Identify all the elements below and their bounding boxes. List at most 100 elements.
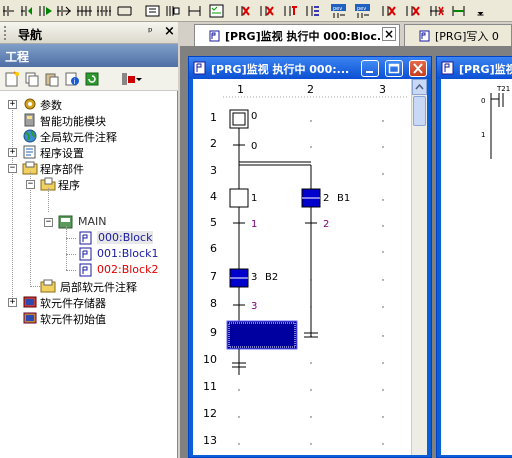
expand-icon[interactable]: + (8, 100, 17, 109)
tree-item-global-label[interactable]: 全局软元件注释 (0, 128, 178, 144)
tree-hline (66, 270, 76, 271)
toolbar-overflow-icon[interactable] (472, 3, 484, 19)
block-icon (193, 61, 206, 75)
tree-hline (66, 238, 76, 239)
step-number: 1 (251, 193, 257, 204)
tree-item-block0[interactable]: 000:Block (0, 230, 178, 246)
next-device-icon[interactable]: pev (354, 3, 371, 19)
transition-number: 3 (251, 301, 257, 312)
window-titlebar[interactable]: [PRG]监视 (437, 57, 512, 79)
close-icon[interactable]: × (164, 24, 175, 39)
tree-item-block1[interactable]: 001:Block1 (0, 246, 178, 262)
tree-label: 智能功能模块 (40, 115, 106, 128)
tree-item-device-init[interactable]: 软元件初始值 (0, 310, 178, 326)
step-number: 2 (323, 193, 329, 204)
svg-text:pev: pev (357, 6, 366, 12)
function-block-icon[interactable] (144, 3, 161, 19)
block-label: B2 (265, 272, 278, 283)
tree-item-program-settings[interactable]: + 程序设置 (0, 144, 178, 160)
close-button[interactable] (409, 60, 427, 77)
step-number: 0 (251, 111, 257, 122)
row-number: 0 (481, 97, 485, 105)
delete-coil-icon[interactable] (258, 3, 275, 19)
delete-contact-icon[interactable] (234, 3, 251, 19)
nav-toolbar: i (0, 67, 178, 91)
tree-item-block2[interactable]: 002:Block2 (0, 262, 178, 278)
ladder-branch-icon[interactable] (76, 3, 93, 19)
ladder-contact-icon[interactable] (2, 3, 19, 19)
collapse-icon[interactable]: − (8, 164, 17, 173)
draw-line-icon[interactable] (450, 3, 467, 19)
refresh-icon[interactable] (84, 71, 100, 87)
tree-item-smart-module[interactable]: 智能功能模块 (0, 112, 178, 128)
prev-device-icon[interactable]: pev (330, 3, 347, 19)
tab-block-monitor[interactable]: [PRG]监视 执行中 000:Bloc... × (194, 24, 400, 46)
vertical-scrollbar[interactable] (411, 79, 427, 455)
tree-item-main[interactable]: − MAIN (0, 214, 178, 230)
close-icon[interactable]: × (382, 27, 396, 41)
display-settings-icon[interactable] (120, 71, 142, 87)
window-titlebar[interactable]: [PRG]监视 执行中 000:... (189, 57, 431, 79)
document-tabbar: [PRG]监视 执行中 000:Bloc... × [PRG]写入 0 (180, 22, 512, 46)
tree-label: 软元件初始值 (40, 313, 106, 326)
checklist-icon[interactable] (208, 3, 225, 19)
row-number: 11 (203, 380, 217, 393)
ladder-coil-icon[interactable] (56, 3, 73, 19)
row-number: 1 (210, 111, 217, 124)
tree-item-params[interactable]: + 参数 (0, 96, 178, 112)
tree-item-program[interactable]: − 程序 (0, 176, 178, 192)
step-number: 3 (251, 272, 257, 283)
insert-column-icon[interactable] (304, 3, 321, 19)
toolbar: pev pev (0, 0, 512, 22)
row-number: 7 (210, 270, 217, 283)
pin-icon[interactable]: ᵖ (148, 25, 153, 38)
instruction-icon[interactable] (164, 3, 181, 19)
row-number: 2 (210, 137, 217, 150)
ladder-segment-icon[interactable] (116, 3, 133, 19)
ladder-diagram[interactable]: T21 0 1 (441, 79, 512, 455)
row-number: 9 (210, 326, 217, 339)
svg-text:i: i (74, 78, 76, 86)
split-icon[interactable] (186, 3, 203, 19)
block-label: B1 (337, 193, 350, 204)
maximize-button[interactable] (385, 60, 403, 77)
copy-icon[interactable] (24, 71, 40, 87)
collapse-icon[interactable]: − (44, 218, 53, 227)
block-icon (79, 247, 92, 261)
device-memory-icon (23, 296, 37, 308)
project-bar: 工程 (0, 44, 178, 67)
paste-icon[interactable] (44, 71, 60, 87)
minimize-button[interactable] (361, 60, 379, 77)
row-number: 10 (203, 353, 217, 366)
tab-write[interactable]: [PRG]写入 0 (404, 24, 512, 46)
collapse-icon[interactable]: − (26, 180, 35, 189)
tree-label: 程序设置 (40, 147, 84, 160)
tree-label: 000:Block (97, 231, 154, 244)
expand-icon[interactable]: + (8, 148, 17, 157)
ladder-rise-icon[interactable] (20, 3, 37, 19)
expand-icon[interactable]: + (8, 298, 17, 307)
tree-label: 局部软元件注释 (60, 281, 137, 294)
insert-row-icon[interactable] (282, 3, 299, 19)
new-data-icon[interactable] (4, 71, 20, 87)
program-settings-icon (23, 145, 36, 159)
device-label: T21 (496, 85, 510, 93)
sfc-diagram[interactable]: 1 2 3 1 2 3 4 5 6 7 8 9 10 11 12 13 0 0 … (193, 79, 427, 455)
tree-label: MAIN (78, 215, 107, 228)
ladder-line-icon[interactable] (96, 3, 113, 19)
tree-item-program-parts[interactable]: − 程序部件 (0, 160, 178, 176)
scroll-thumb[interactable] (413, 96, 426, 126)
property-icon[interactable]: i (64, 71, 80, 87)
selected-cell[interactable] (226, 320, 298, 350)
tree-item-device-memory[interactable]: + 软元件存储器 (0, 294, 178, 310)
cut-line-icon[interactable] (428, 3, 445, 19)
row-number: 13 (203, 434, 217, 447)
ladder-fall-icon[interactable] (38, 3, 55, 19)
step-1[interactable] (229, 188, 249, 208)
delete-branch-icon[interactable] (404, 3, 421, 19)
grip-icon[interactable] (4, 26, 12, 40)
row-number: 3 (210, 164, 217, 177)
tree-item-local-label[interactable]: 局部软元件注释 (0, 278, 178, 294)
scroll-up-icon[interactable] (412, 79, 427, 95)
delete-line-icon[interactable] (380, 3, 397, 19)
